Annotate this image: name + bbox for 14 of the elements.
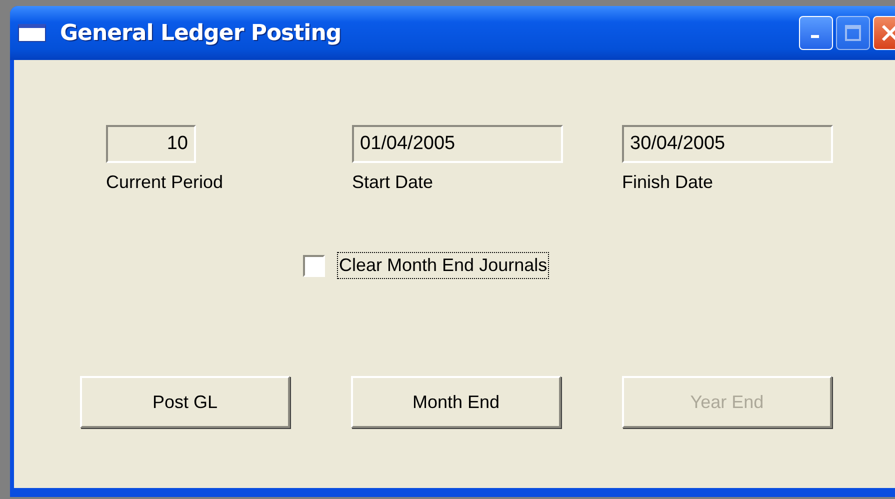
checkbox-label[interactable]: Clear Month End Journals	[337, 252, 550, 279]
window-icon	[18, 24, 46, 42]
action-button[interactable]: Post GL	[80, 376, 290, 428]
minimize-icon[interactable]	[799, 16, 833, 50]
maximize-icon[interactable]	[836, 16, 870, 50]
period-field[interactable]: 10	[106, 125, 196, 163]
checkbox[interactable]	[303, 254, 325, 276]
date-field[interactable]: 01/04/2005	[352, 125, 563, 163]
field-label: Finish Date	[622, 172, 714, 193]
field-label: Current Period	[106, 172, 224, 193]
field-label: Start Date	[352, 172, 434, 193]
window-title: General Ledger Posting	[60, 20, 342, 46]
action-button[interactable]: Month End	[351, 376, 561, 428]
date-field[interactable]: 30/04/2005	[622, 125, 833, 163]
